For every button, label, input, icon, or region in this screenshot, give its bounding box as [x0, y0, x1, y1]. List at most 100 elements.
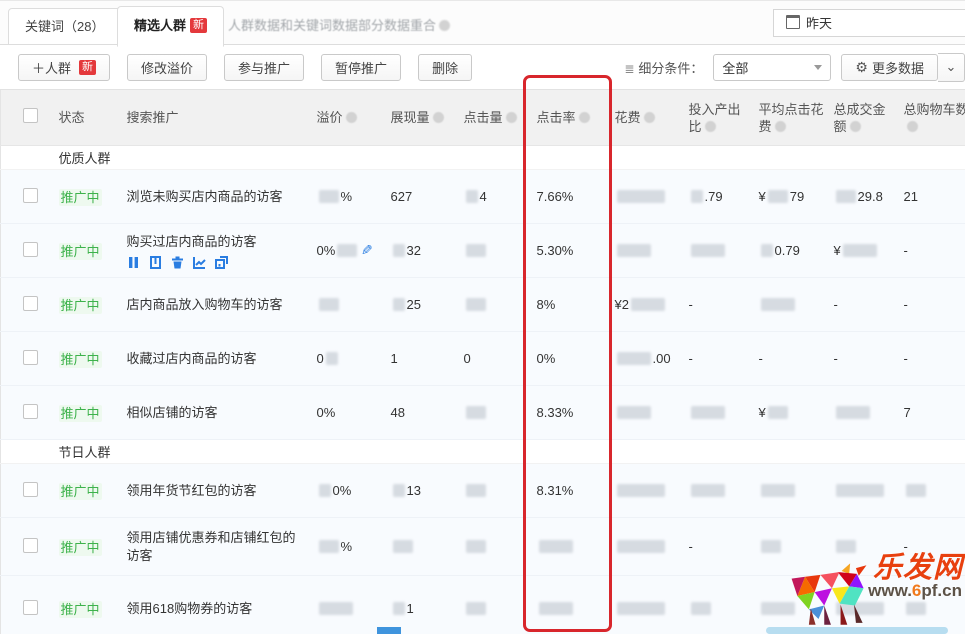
tab-audience-label: 精选人群 — [134, 18, 186, 33]
collapse-toolbar-button[interactable]: ⌄ — [938, 53, 965, 82]
status-badge: 推广中 — [59, 483, 102, 500]
status-badge: 推广中 — [59, 243, 102, 260]
row-checkbox[interactable] — [23, 188, 38, 203]
info-icon — [850, 121, 861, 132]
row-checkbox[interactable] — [23, 296, 38, 311]
delete-button[interactable]: 删除 — [418, 54, 472, 81]
redacted-value — [691, 484, 725, 497]
info-icon — [644, 112, 655, 123]
redacted-value — [691, 406, 725, 419]
redacted-value — [319, 190, 339, 203]
tab-keywords[interactable]: 关键词（28） — [8, 8, 121, 45]
redacted-value — [617, 244, 651, 257]
redacted-value — [319, 298, 339, 311]
redacted-value — [319, 602, 353, 615]
tab-selected-audience[interactable]: 精选人群新 — [117, 6, 224, 47]
clicks-cell — [456, 278, 529, 332]
header-status: 状态 — [51, 90, 119, 146]
redacted-value — [768, 190, 788, 203]
more-data-button[interactable]: ⚙更多数据 — [841, 54, 938, 81]
cell-value: .00 — [653, 351, 671, 366]
redacted-value — [906, 484, 926, 497]
cell-value: 29.8 — [858, 189, 883, 204]
status-badge: 推广中 — [59, 601, 102, 618]
clicks-cell — [456, 386, 529, 440]
date-range-button[interactable]: 昨天 — [773, 9, 965, 37]
redacted-value — [539, 602, 573, 615]
audience-name: 收藏过店内商品的访客 — [127, 350, 307, 368]
info-icon — [705, 121, 716, 132]
redacted-value — [691, 602, 711, 615]
roi-cell — [681, 576, 751, 634]
clicks-cell: 4 — [456, 170, 529, 224]
clicks-cell — [456, 224, 529, 278]
table-row: 推广中购买过店内商品的访客0%✎325.30%0.79¥- — [1, 224, 965, 278]
header-avg-cost: 平均点击花费 — [751, 90, 826, 146]
trash-icon[interactable] — [171, 256, 184, 269]
group-row: 节日人群 — [1, 440, 965, 464]
group-label: 优质人群 — [51, 146, 965, 170]
premium-cell: 0% — [309, 386, 383, 440]
roi-cell: - — [681, 518, 751, 576]
ctr-cell: 5.30% — [529, 224, 607, 278]
impressions-cell: 32 — [383, 224, 456, 278]
filter-select[interactable]: 全部 — [713, 54, 831, 81]
bull-logo-icon — [782, 563, 878, 627]
modify-premium-button[interactable]: 修改溢价 — [127, 54, 207, 81]
clicks-cell — [456, 464, 529, 518]
cart-count-cell — [896, 464, 965, 518]
cell-value: 32 — [407, 243, 421, 258]
impressions-cell: 627 — [383, 170, 456, 224]
cell-value: 13 — [407, 483, 421, 498]
filter-label: ≣细分条件： — [624, 58, 703, 77]
impressions-cell: 1 — [383, 576, 456, 634]
premium-cell: 0% ✎ — [309, 224, 383, 278]
tab-note: 人群数据和关键词数据部分数据重合 — [228, 15, 450, 34]
cell-value: 21 — [904, 189, 918, 204]
header-cart-count: 总购物车数 — [896, 90, 965, 146]
ctr-cell — [529, 518, 607, 576]
chart-icon[interactable] — [193, 256, 206, 269]
new-badge: 新 — [190, 18, 207, 33]
roi-cell — [681, 224, 751, 278]
cart-count-cell: 21 — [896, 170, 965, 224]
impressions-cell: 48 — [383, 386, 456, 440]
add-audience-button[interactable]: ＋人群新 — [18, 54, 110, 81]
row-checkbox[interactable] — [23, 350, 38, 365]
redacted-value — [761, 484, 795, 497]
select-all-checkbox[interactable] — [23, 108, 38, 123]
avg-cost-cell: - — [751, 332, 826, 386]
row-checkbox[interactable] — [23, 538, 38, 553]
report-icon[interactable] — [215, 256, 228, 269]
redacted-value — [393, 540, 413, 553]
join-promotion-button[interactable]: 参与推广 — [224, 54, 304, 81]
cell-value: 1 — [391, 351, 398, 366]
redacted-value — [617, 602, 665, 615]
audience-name: 店内商品放入购物车的访客 — [127, 296, 307, 314]
row-checkbox[interactable] — [23, 600, 38, 615]
pause-icon[interactable] — [127, 256, 140, 269]
redacted-value — [319, 484, 331, 497]
cost-cell: .00 — [607, 332, 681, 386]
pause-promotion-button[interactable]: 暂停推广 — [321, 54, 401, 81]
cell-value: 8% — [537, 297, 556, 312]
row-checkbox[interactable] — [23, 242, 38, 257]
filter-list-icon: ≣ — [624, 62, 634, 76]
calendar-icon — [786, 15, 800, 29]
row-checkbox[interactable] — [23, 482, 38, 497]
cell-value: 0% — [317, 243, 336, 258]
ctr-cell: 7.66% — [529, 170, 607, 224]
row-checkbox[interactable] — [23, 404, 38, 419]
cell-value: ¥2 — [615, 297, 629, 312]
redacted-value — [761, 298, 795, 311]
watermark: 乐发网 www.6pf.cn — [760, 538, 965, 634]
impressions-cell — [383, 518, 456, 576]
detail-icon[interactable] — [149, 256, 162, 269]
redacted-value — [466, 602, 486, 615]
audience-promotion-screen: 关键词（28） 精选人群新 人群数据和关键词数据部分数据重合 昨天 ＋人群新 修… — [0, 0, 965, 634]
redacted-value — [393, 602, 405, 615]
cell-value: 627 — [391, 189, 413, 204]
clicks-cell: 0 — [456, 332, 529, 386]
edit-premium-icon[interactable]: ✎ — [361, 242, 373, 259]
cell-value: 25 — [407, 297, 421, 312]
